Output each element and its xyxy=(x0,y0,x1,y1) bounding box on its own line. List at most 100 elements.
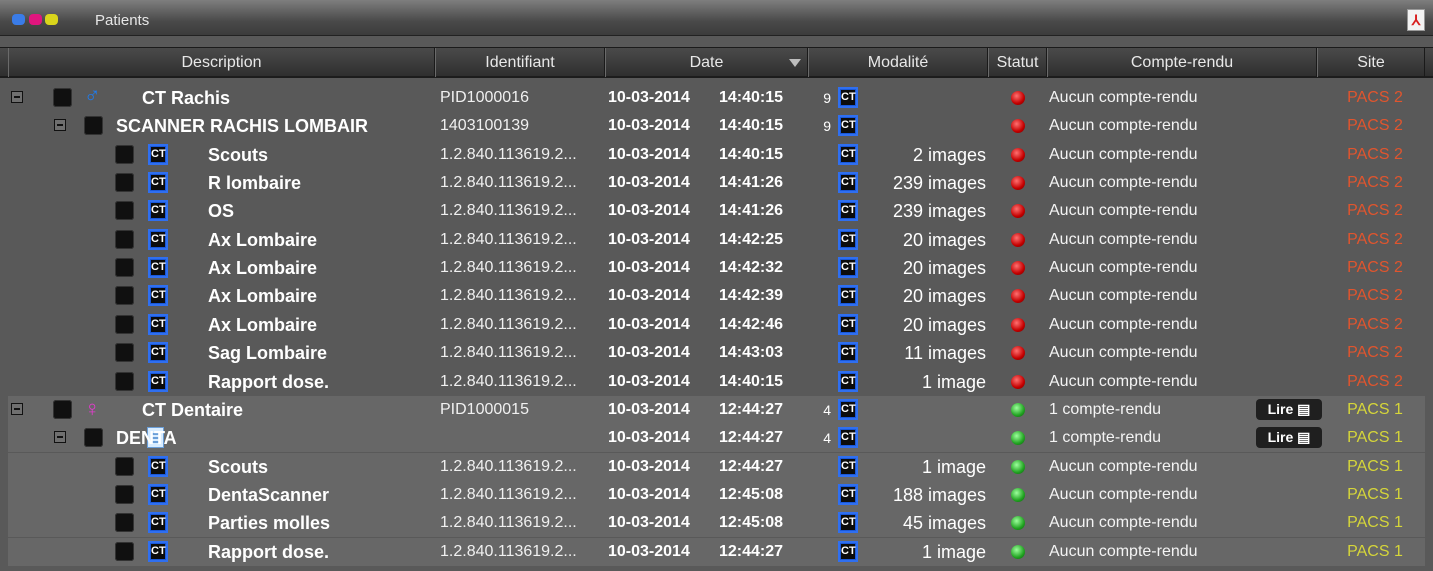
table-row[interactable]: DENTA 10-03-2014 12:44:27 4 CT 1 compte-rendu… xyxy=(8,424,1425,452)
row-description: Rapport dose. xyxy=(208,372,330,392)
table-row[interactable]: ♀ CT Dentaire PID1000015 10-03-2014 12:44:27… xyxy=(8,396,1425,424)
row-checkbox[interactable] xyxy=(115,372,134,391)
row-date: 10-03-2014 xyxy=(608,231,690,248)
read-report-button[interactable]: Lire ▤ xyxy=(1256,399,1322,420)
ct-modality-icon: CT xyxy=(838,172,858,193)
row-image-count: 20 images xyxy=(902,286,986,306)
row-checkbox[interactable] xyxy=(115,315,134,334)
row-date: 10-03-2014 xyxy=(608,429,690,446)
row-description: Ax Lombaire xyxy=(208,286,318,306)
ct-modality-icon: CT xyxy=(838,541,858,562)
row-image-count: 1 image xyxy=(921,457,986,477)
row-checkbox[interactable] xyxy=(115,513,134,532)
row-checkbox[interactable] xyxy=(115,258,134,277)
ct-modality-icon: CT xyxy=(838,427,858,448)
ct-modality-icon: CT xyxy=(838,371,858,392)
row-site: PACS 1 xyxy=(1347,458,1403,475)
row-series-count: 9 xyxy=(823,118,831,134)
row-checkbox[interactable] xyxy=(84,116,103,135)
row-description: Scouts xyxy=(208,457,269,477)
row-description: DentaScanner xyxy=(208,485,330,505)
ct-modality-icon: CT xyxy=(838,512,858,533)
table-row[interactable]: SCANNER RACHIS LOMBAIR 1403100139 10-03-20… xyxy=(8,112,1425,140)
column-header-compte-rendu[interactable]: Compte-rendu xyxy=(1047,48,1317,77)
status-indicator-icon xyxy=(1011,545,1025,559)
row-site: PACS 1 xyxy=(1347,401,1403,418)
row-image-count: 239 images xyxy=(892,173,986,193)
row-checkbox[interactable] xyxy=(115,485,134,504)
row-checkbox[interactable] xyxy=(115,201,134,220)
collapse-icon[interactable] xyxy=(11,91,23,103)
row-time: 12:44:27 xyxy=(719,429,784,446)
column-header-date[interactable]: Date xyxy=(605,48,808,77)
row-time: 14:42:46 xyxy=(719,316,784,333)
row-checkbox[interactable] xyxy=(115,145,134,164)
table-row[interactable]: ♂ CT Rachis PID1000016 10-03-2014 14:40:15 9 C… xyxy=(8,84,1425,112)
row-identifiant: 1.2.840.113619.2... xyxy=(440,146,577,163)
row-checkbox[interactable] xyxy=(115,230,134,249)
row-checkbox[interactable] xyxy=(115,457,134,476)
row-identifiant: 1.2.840.113619.2... xyxy=(440,543,577,560)
table-row[interactable]: CT Ax Lombaire 1.2.840.113619.2... 10-03-20… xyxy=(8,226,1425,254)
row-identifiant: 1403100139 xyxy=(440,117,529,134)
row-time: 14:42:39 xyxy=(719,287,784,304)
row-identifiant: 1.2.840.113619.2... xyxy=(440,486,577,503)
row-compte-rendu: Aucun compte-rendu xyxy=(1049,373,1198,390)
table-row[interactable]: CT Parties molles 1.2.840.113619.2... 10-03… xyxy=(8,509,1425,537)
row-compte-rendu: Aucun compte-rendu xyxy=(1049,146,1198,163)
row-time: 12:44:27 xyxy=(719,458,784,475)
table-row[interactable]: CT OS 1.2.840.113619.2... 10-03-2014 14:41:2… xyxy=(8,197,1425,225)
row-date: 10-03-2014 xyxy=(608,259,690,276)
collapse-icon[interactable] xyxy=(11,403,23,415)
collapse-icon[interactable] xyxy=(54,431,66,443)
table-row[interactable]: CT Sag Lombaire 1.2.840.113619.2... 10-03-2… xyxy=(8,339,1425,367)
row-site: PACS 2 xyxy=(1347,373,1403,390)
ct-modality-icon: CT xyxy=(838,285,858,306)
table-row[interactable]: CT R lombaire 1.2.840.113619.2... 10-03-201… xyxy=(8,169,1425,197)
table-row[interactable]: CT Scouts 1.2.840.113619.2... 10-03-2014 12:… xyxy=(8,453,1425,481)
row-compte-rendu: 1 compte-rendu xyxy=(1049,401,1162,418)
row-site: PACS 2 xyxy=(1347,231,1403,248)
status-indicator-icon xyxy=(1011,204,1025,218)
table-row[interactable]: CT Rapport dose. 1.2.840.113619.2... 10-03-… xyxy=(8,538,1425,566)
column-header-identifiant[interactable]: Identifiant xyxy=(435,48,605,77)
table-row[interactable]: CT Ax Lombaire 1.2.840.113619.2... 10-03-20… xyxy=(8,282,1425,310)
row-time: 12:45:08 xyxy=(719,514,784,531)
status-indicator-icon xyxy=(1011,375,1025,389)
read-report-button[interactable]: Lire ▤ xyxy=(1256,427,1322,448)
row-checkbox[interactable] xyxy=(53,400,72,419)
collapse-icon[interactable] xyxy=(54,119,66,131)
table-row[interactable]: CT Ax Lombaire 1.2.840.113619.2... 10-03-20… xyxy=(8,311,1425,339)
ct-modality-icon: CT xyxy=(148,144,168,165)
status-indicator-icon xyxy=(1011,488,1025,502)
ct-modality-icon: CT xyxy=(148,371,168,392)
status-indicator-icon xyxy=(1011,318,1025,332)
status-indicator-icon xyxy=(1011,516,1025,530)
column-header-description[interactable]: Description xyxy=(8,48,435,77)
table-row[interactable]: CT Rapport dose. 1.2.840.113619.2... 10-03-… xyxy=(8,368,1425,396)
ct-modality-icon: CT xyxy=(148,285,168,306)
ct-modality-icon: CT xyxy=(838,257,858,278)
row-checkbox[interactable] xyxy=(115,173,134,192)
table-row[interactable]: CT DentaScanner 1.2.840.113619.2... 10-03-2… xyxy=(8,481,1425,509)
column-header-site[interactable]: Site xyxy=(1317,48,1425,77)
column-header-statut[interactable]: Statut xyxy=(988,48,1047,77)
table-row[interactable]: CT Scouts 1.2.840.113619.2... 10-03-2014 14:… xyxy=(8,141,1425,169)
ct-modality-icon: CT xyxy=(838,456,858,477)
row-time: 14:41:26 xyxy=(719,202,784,219)
pdf-icon[interactable]: ⅄ xyxy=(1407,9,1425,31)
row-description: Scouts xyxy=(208,145,269,165)
row-checkbox[interactable] xyxy=(84,428,103,447)
row-date: 10-03-2014 xyxy=(608,514,690,531)
row-checkbox[interactable] xyxy=(115,343,134,362)
row-checkbox[interactable] xyxy=(115,542,134,561)
patient-tree-table: ♂ CT Rachis PID1000016 10-03-2014 14:40:15 9 C… xyxy=(8,84,1425,571)
table-row[interactable]: CT Ax Lombaire 1.2.840.113619.2... 10-03-20… xyxy=(8,254,1425,282)
column-header-modalite[interactable]: Modalité xyxy=(808,48,988,77)
row-checkbox[interactable] xyxy=(115,286,134,305)
ct-modality-icon: CT xyxy=(838,484,858,505)
row-date: 10-03-2014 xyxy=(608,202,690,219)
row-checkbox[interactable] xyxy=(53,88,72,107)
patients-window: Patients ⅄ Description Identifiant Date … xyxy=(0,0,1433,571)
row-date: 10-03-2014 xyxy=(608,344,690,361)
